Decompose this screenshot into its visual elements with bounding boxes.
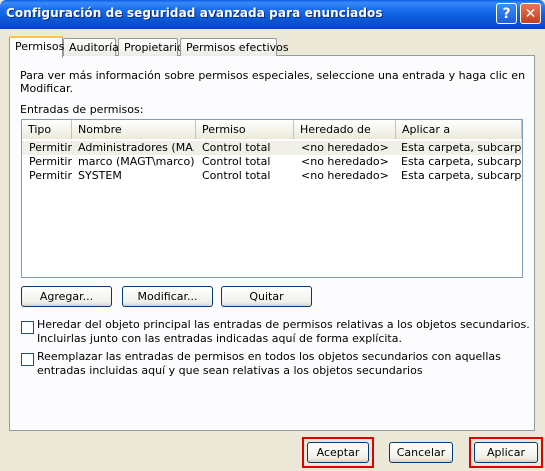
column-header-tipo[interactable]: Tipo <box>22 120 72 139</box>
help-button[interactable]: ? <box>496 3 517 24</box>
cell-aplicar: Esta carpeta, subcarp... <box>401 155 521 168</box>
close-button[interactable]: ✕ <box>520 3 541 24</box>
replace-checkbox[interactable] <box>21 353 34 366</box>
info-text: Para ver más información sobre permisos … <box>20 69 526 95</box>
column-header-aplicar[interactable]: Aplicar a <box>396 120 522 139</box>
cell-permiso: Control total <box>202 141 271 154</box>
window-title: Configuración de seguridad avanzada para… <box>6 6 383 20</box>
column-header-permiso[interactable]: Permiso <box>196 120 294 139</box>
table-row[interactable]: Permitir SYSTEM Control total <no hereda… <box>22 169 522 183</box>
list-header: Tipo Nombre Permiso Heredado de Aplicar … <box>22 120 522 139</box>
cell-aplicar: Esta carpeta, subcarp... <box>401 141 521 154</box>
cell-heredado: <no heredado> <box>301 155 389 168</box>
cell-tipo: Permitir <box>29 155 72 168</box>
inherit-checkbox[interactable] <box>21 321 34 334</box>
column-header-nombre[interactable]: Nombre <box>72 120 196 139</box>
ok-button[interactable]: Aceptar <box>307 442 369 463</box>
tab-permisos[interactable]: Permisos <box>9 36 64 58</box>
tab-auditoria[interactable]: Auditoría <box>63 38 119 56</box>
cancel-button[interactable]: Cancelar <box>389 442 453 463</box>
add-button[interactable]: Agregar... <box>21 286 112 307</box>
cell-tipo: Permitir <box>29 169 72 182</box>
replace-checkbox-label: Reemplazar las entradas de permisos en t… <box>37 350 501 377</box>
column-header-heredado[interactable]: Heredado de <box>294 120 396 139</box>
remove-button[interactable]: Quitar <box>221 286 312 307</box>
replace-permissions-option[interactable]: Reemplazar las entradas de permisos en t… <box>21 350 531 380</box>
cell-heredado: <no heredado> <box>301 169 389 182</box>
entries-label: Entradas de permisos: <box>20 103 144 116</box>
cell-aplicar: Esta carpeta, subcarp... <box>401 169 521 182</box>
apply-button[interactable]: Aplicar <box>474 442 538 463</box>
inherit-checkbox-label: Heredar del objeto principal las entrada… <box>37 318 530 345</box>
tab-permisos-efectivos[interactable]: Permisos efectivos <box>180 38 289 56</box>
close-icon: ✕ <box>524 5 537 22</box>
table-row[interactable]: Permitir marco (MAGT\marco) Control tota… <box>22 155 522 169</box>
inherit-permissions-option[interactable]: Heredar del objeto principal las entrada… <box>21 318 531 348</box>
advanced-security-dialog: Configuración de seguridad avanzada para… <box>0 0 545 471</box>
cell-nombre: Administradores (MA... <box>78 141 194 154</box>
cell-permiso: Control total <box>202 169 271 182</box>
cell-heredado: <no heredado> <box>301 141 389 154</box>
edit-button[interactable]: Modificar... <box>122 286 213 307</box>
cell-tipo: Permitir <box>29 141 72 154</box>
table-row[interactable]: Permitir Administradores (MA... Control … <box>22 141 522 155</box>
tab-propietario[interactable]: Propietario <box>118 38 184 56</box>
permission-entries-list[interactable]: Tipo Nombre Permiso Heredado de Aplicar … <box>21 119 523 278</box>
cell-nombre: SYSTEM <box>78 169 122 182</box>
cell-nombre: marco (MAGT\marco) <box>78 155 194 168</box>
title-bar[interactable]: Configuración de seguridad avanzada para… <box>0 0 545 29</box>
cell-permiso: Control total <box>202 155 271 168</box>
help-icon: ? <box>502 5 511 22</box>
